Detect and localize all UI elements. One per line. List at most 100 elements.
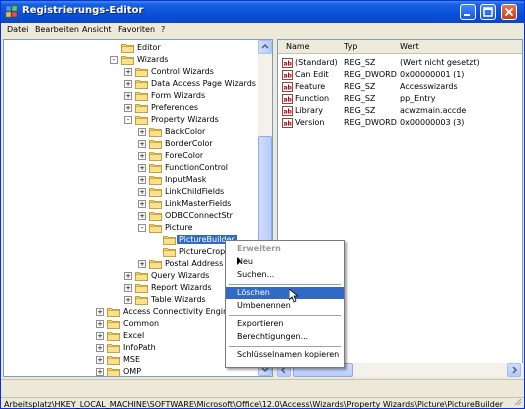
menu-bar: Datei Bearbeiten Ansicht Favoriten ? (1, 23, 524, 38)
context-menu-item[interactable]: Umbenennen (226, 300, 344, 312)
cell-value: 0x00000001 (1) (400, 70, 465, 79)
folder-icon (107, 343, 120, 353)
menu-favoriten[interactable]: Favoriten (118, 25, 155, 34)
header-name[interactable]: Name (286, 42, 310, 51)
folder-icon (135, 283, 148, 293)
folder-icon (107, 319, 120, 329)
menu-separator (229, 315, 341, 316)
string-value-icon: ab (282, 94, 293, 104)
expand-icon[interactable]: + (96, 356, 104, 364)
expand-icon[interactable]: + (138, 260, 146, 268)
folder-icon (149, 127, 162, 137)
cell-name: Feature (295, 82, 326, 91)
tree-node-label: MSE (123, 355, 141, 364)
cell-value: 0x00000003 (3) (400, 118, 465, 127)
binary-value-icon: ab (282, 70, 293, 80)
scroll-up-button[interactable] (258, 40, 272, 54)
context-menu-item[interactable]: Schlüsselnamen kopieren (226, 349, 344, 361)
folder-icon (107, 355, 120, 365)
context-menu-item[interactable]: Neu (226, 256, 344, 268)
context-menu-item-label: Berechtigungen... (237, 332, 309, 341)
folder-icon (149, 151, 162, 161)
collapse-icon[interactable]: - (110, 56, 118, 64)
mouse-cursor-icon (289, 289, 299, 303)
expand-icon[interactable]: + (124, 284, 132, 292)
expand-icon[interactable]: + (124, 296, 132, 304)
cell-name: (Standard) (295, 58, 338, 67)
expand-icon[interactable]: + (138, 140, 146, 148)
menu-separator (229, 284, 341, 285)
expand-icon[interactable]: + (124, 104, 132, 112)
folder-icon (149, 175, 162, 185)
tree-node-label: PictureCrop (179, 247, 226, 256)
expand-icon[interactable]: + (96, 368, 104, 376)
context-menu-item-label: Exportieren (237, 319, 284, 328)
header-value[interactable]: Wert (400, 42, 419, 51)
folder-icon (107, 307, 120, 317)
header-type[interactable]: Typ (344, 42, 357, 51)
resize-grip-icon[interactable] (512, 396, 522, 406)
folder-icon (149, 199, 162, 209)
tree-node-label: Query Wizards (151, 271, 210, 280)
expand-icon[interactable]: + (138, 176, 146, 184)
collapse-icon[interactable]: - (124, 116, 132, 124)
close-icon (504, 7, 514, 17)
minimize-button[interactable] (460, 4, 476, 20)
cell-value: acwzmain.accde (400, 106, 467, 115)
menu-ansicht[interactable]: Ansicht (82, 25, 112, 34)
cell-value: Accesswizards (400, 82, 458, 91)
expand-icon[interactable]: + (124, 80, 132, 88)
expand-icon[interactable]: + (138, 152, 146, 160)
cell-type: REG_SZ (344, 106, 376, 115)
string-value-icon: ab (282, 58, 293, 68)
collapse-icon[interactable]: - (138, 224, 146, 232)
expand-icon[interactable]: + (96, 320, 104, 328)
folder-icon (121, 43, 134, 53)
expand-icon[interactable]: + (138, 128, 146, 136)
string-value-icon: ab (282, 82, 293, 92)
submenu-arrow-icon (237, 257, 241, 265)
tree-node-label: LinkChildFields (165, 187, 225, 196)
tree-node-label: Postal Address (165, 259, 224, 268)
expand-icon[interactable]: + (124, 68, 132, 76)
registry-editor-window: Registrierungs-Editor Datei Bearbeiten A… (0, 0, 525, 409)
expand-icon[interactable]: + (96, 332, 104, 340)
minimize-icon (464, 14, 470, 16)
cell-value: (Wert nicht gesetzt) (400, 58, 480, 67)
chevron-right-icon (512, 366, 518, 374)
scroll-right-button[interactable] (507, 363, 521, 377)
title-bar[interactable]: Registrierungs-Editor (1, 1, 524, 23)
expand-icon[interactable]: + (138, 164, 146, 172)
maximize-button[interactable] (480, 4, 496, 20)
expand-icon[interactable]: + (96, 344, 104, 352)
expand-icon[interactable]: + (96, 308, 104, 316)
context-menu: Erweitern Neu Suchen... Löschen Umbenennen Ex… (225, 240, 345, 368)
menu-datei[interactable]: Datei (7, 25, 28, 34)
expand-icon[interactable]: + (124, 92, 132, 100)
tree-node-label: InfoPath (123, 343, 156, 352)
tree-node-label: LinkMasterFields (165, 199, 232, 208)
context-menu-item[interactable]: Löschen (226, 287, 344, 299)
expand-icon[interactable]: + (138, 212, 146, 220)
context-menu-item[interactable]: Suchen... (226, 269, 344, 281)
tree-node-label: Data Access Page Wizards (151, 79, 256, 88)
context-menu-item-label: Umbenennen (237, 301, 291, 310)
context-menu-item[interactable]: Exportieren (226, 318, 344, 330)
folder-icon (135, 67, 148, 77)
menu-help[interactable]: ? (161, 25, 165, 34)
expand-icon[interactable]: + (138, 200, 146, 208)
folder-icon (135, 91, 148, 101)
svg-text:ab: ab (284, 121, 293, 128)
expand-icon[interactable]: + (138, 188, 146, 196)
tree-node-label: Common (123, 319, 160, 328)
close-button[interactable] (501, 4, 517, 20)
window-title: Registrierungs-Editor (22, 5, 144, 16)
menu-bearbeiten[interactable]: Bearbeiten (35, 25, 79, 34)
context-menu-item[interactable]: Berechtigungen... (226, 331, 344, 343)
folder-icon (135, 103, 148, 113)
cell-name: Function (295, 94, 330, 103)
maximize-icon (483, 7, 493, 17)
expand-icon[interactable]: + (124, 272, 132, 280)
tree-node-label: Picture (165, 223, 193, 232)
registry-app-icon (5, 5, 18, 18)
